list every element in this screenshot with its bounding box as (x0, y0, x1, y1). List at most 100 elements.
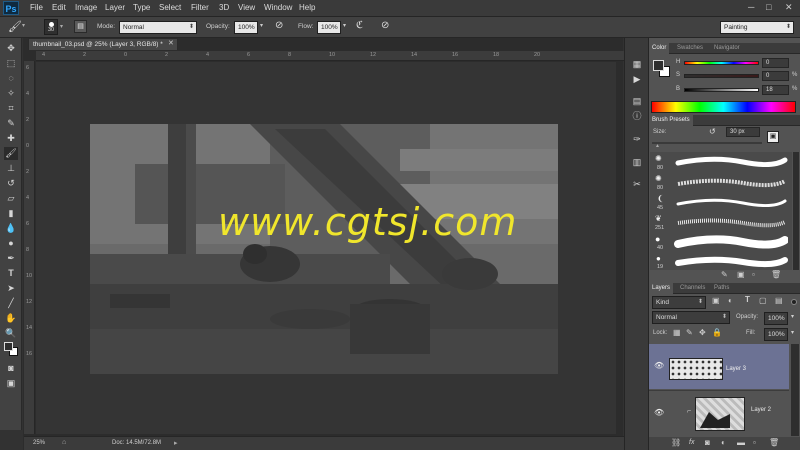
tab-navigator[interactable]: Navigator (711, 43, 743, 54)
close-tab-icon[interactable]: ✕ (168, 39, 174, 47)
brush-preset-item[interactable]: ❦ 251 (651, 214, 791, 234)
lock-image-icon[interactable]: ✎ (686, 328, 693, 337)
crop-tool-icon[interactable]: ⌗ (4, 102, 18, 115)
reset-size-icon[interactable]: ↺ (709, 127, 716, 136)
menu-file[interactable]: File (30, 3, 43, 12)
pen-tool-icon[interactable]: ✒ (4, 252, 18, 265)
link-icon[interactable]: ⛓ (671, 438, 681, 447)
h-value[interactable]: 0 (762, 58, 789, 68)
visibility-eye-icon[interactable]: 👁 (654, 408, 664, 417)
foreground-color-chip[interactable] (653, 60, 664, 71)
brush-panel-toggle-icon[interactable]: ▤ (74, 20, 87, 33)
fill-arrow-icon[interactable]: ▾ (791, 329, 794, 336)
brush-preset-item[interactable]: ✺ 80 (651, 174, 791, 194)
opacity-input[interactable]: 100% (234, 21, 258, 34)
close-button[interactable]: ✕ (785, 2, 793, 13)
marquee-tool-icon[interactable]: ⬚ (4, 57, 18, 70)
flow-slider-arrow-icon[interactable]: ▾ (343, 22, 346, 29)
create-new-preset-icon[interactable]: ▣ (737, 270, 745, 279)
brush-preset-item[interactable]: ❨ 45 (651, 194, 791, 214)
mode-dropdown[interactable]: Normal ⬍ (119, 21, 197, 34)
pressure-size-icon[interactable]: ⊘ (381, 20, 389, 31)
canvas-artwork[interactable] (90, 124, 558, 374)
gradient-tool-icon[interactable]: ▮ (4, 207, 18, 220)
toggle-brush-panel-icon[interactable]: ✎ (721, 270, 728, 279)
lock-all-icon[interactable]: 🔒 (712, 328, 722, 337)
healing-brush-tool-icon[interactable]: ✚ (4, 132, 18, 145)
screen-mode-icon[interactable]: ▣ (4, 377, 18, 390)
menu-view[interactable]: View (238, 3, 255, 12)
hue-slider[interactable] (684, 61, 759, 65)
brush-tool-icon[interactable]: 🖌 (8, 20, 22, 33)
layer-opacity-input[interactable]: 100% (764, 312, 788, 325)
airbrush-icon[interactable]: ℭ (356, 20, 363, 31)
adjustments-panel-icon[interactable]: ▤ (630, 95, 644, 108)
brightness-slider[interactable] (684, 88, 759, 92)
menu-type[interactable]: Type (133, 3, 150, 12)
b-value[interactable]: 18 (762, 85, 789, 95)
lock-transparent-icon[interactable]: ▦ (673, 328, 681, 337)
brush-picker-arrow-icon[interactable]: ▾ (60, 23, 63, 30)
filter-toggle[interactable] (791, 299, 797, 305)
tab-swatches[interactable]: Swatches (674, 43, 706, 54)
layer-filter-kind[interactable]: Kind ⬍ (652, 296, 706, 309)
zoom-tool-icon[interactable]: 🔍 (4, 327, 18, 340)
size-slider[interactable] (652, 142, 762, 144)
quick-select-tool-icon[interactable]: ✧ (4, 87, 18, 100)
tab-color[interactable]: Color (649, 43, 670, 54)
layer-row-layer-2[interactable]: 👁 ⌐ Layer 2 (649, 390, 789, 435)
path-selection-tool-icon[interactable]: ➤ (4, 282, 18, 295)
layers-scrollbar[interactable] (791, 344, 799, 436)
size-slider-thumb-icon[interactable]: ▲ (655, 143, 660, 149)
color-spectrum-ramp[interactable] (651, 101, 796, 113)
menu-filter[interactable]: Filter (191, 3, 209, 12)
blur-tool-icon[interactable]: 💧 (4, 222, 18, 235)
menu-edit[interactable]: Edit (52, 3, 66, 12)
pressure-opacity-icon[interactable]: ⊘ (275, 20, 283, 31)
lock-position-icon[interactable]: ✥ (699, 328, 706, 337)
eraser-tool-icon[interactable]: ▱ (4, 192, 18, 205)
trash-icon[interactable]: 🗑 (769, 438, 779, 447)
fx-icon[interactable]: fx (689, 439, 694, 446)
status-menu-arrow-icon[interactable]: ▸ (174, 439, 178, 447)
tab-paths[interactable]: Paths (711, 283, 732, 294)
brush-panel-icon[interactable]: ✑ (630, 133, 644, 146)
menu-layer[interactable]: Layer (105, 3, 125, 12)
status-bar-icon[interactable]: ⌂ (62, 439, 66, 446)
color-swatches[interactable] (3, 342, 19, 356)
lasso-tool-icon[interactable]: ◌ (4, 72, 18, 85)
brush-tool-icon[interactable]: 🖌 (4, 147, 18, 160)
layer-blend-mode-dropdown[interactable]: Normal ⬍ (652, 311, 730, 324)
workspace-dropdown[interactable]: Painting ⬍ (720, 21, 794, 34)
dodge-tool-icon[interactable]: ● (4, 237, 18, 250)
eyedropper-tool-icon[interactable]: ✎ (4, 117, 18, 130)
layer-name[interactable]: Layer 2 (751, 407, 771, 413)
filter-smart-object-icon[interactable]: ▤ (775, 296, 783, 305)
move-tool-icon[interactable]: ✥ (4, 42, 18, 55)
fill-input[interactable]: 100% (764, 328, 788, 341)
menu-help[interactable]: Help (299, 3, 315, 12)
saturation-slider[interactable] (684, 74, 759, 78)
type-tool-icon[interactable]: T (4, 267, 18, 280)
filter-type-icon[interactable]: T (745, 295, 750, 304)
actions-panel-icon[interactable]: ▶ (630, 73, 644, 86)
brush-preset-picker[interactable]: 30 (44, 19, 58, 35)
layer-row-layer-3[interactable]: 👁 Layer 3 (649, 344, 789, 389)
info-panel-icon[interactable]: ⓘ (630, 110, 644, 123)
opacity-slider-arrow-icon[interactable]: ▾ (260, 22, 263, 29)
zoom-level[interactable]: 25% (33, 440, 45, 446)
group-icon[interactable]: ▬ (737, 438, 745, 447)
brush-list-scrollbar[interactable] (793, 152, 799, 270)
new-layer-icon[interactable]: ▫ (753, 438, 756, 447)
filter-adjustment-icon[interactable]: ◐ (728, 296, 733, 305)
tab-brush-presets[interactable]: Brush Presets (649, 115, 693, 126)
tool-preset-arrow-icon[interactable]: ▾ (22, 22, 25, 29)
tab-layers[interactable]: Layers (649, 283, 674, 294)
s-value[interactable]: 0 (762, 71, 789, 81)
history-brush-tool-icon[interactable]: ↺ (4, 177, 18, 190)
flow-input[interactable]: 100% (317, 21, 341, 34)
new-brush-icon[interactable]: ▫ (752, 270, 755, 279)
line-tool-icon[interactable]: ╱ (4, 297, 18, 310)
minimize-button[interactable]: ─ (748, 2, 754, 12)
foreground-color-swatch[interactable] (4, 342, 13, 351)
